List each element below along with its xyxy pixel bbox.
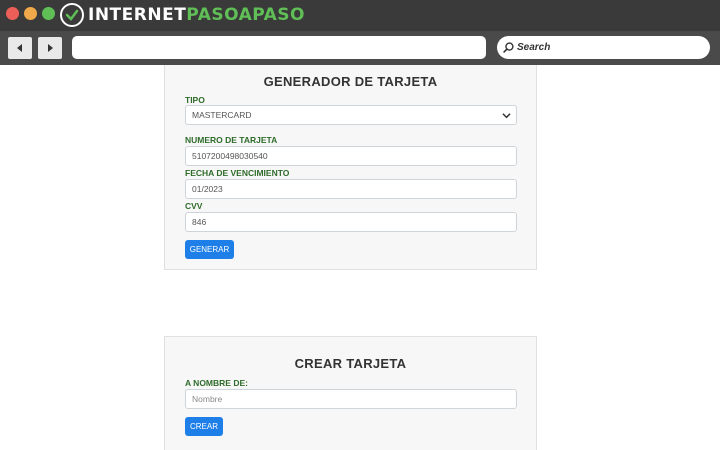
browser-search-field[interactable]: Search xyxy=(497,36,710,59)
browser-toolbar: Search xyxy=(0,31,720,65)
card-generator: GENERADOR DE TARJETA TIPO MASTERCARD NUM… xyxy=(164,65,537,270)
fecha-label: FECHA DE VENCIMIENTO xyxy=(185,168,290,178)
close-window-button[interactable] xyxy=(6,7,19,20)
chevron-down-icon xyxy=(502,113,511,119)
create-title: CREAR TARJETA xyxy=(294,356,407,371)
tipo-select-value: MASTERCARD xyxy=(192,110,252,120)
forward-button[interactable] xyxy=(38,37,62,59)
back-button[interactable] xyxy=(8,37,32,59)
search-icon xyxy=(503,42,514,53)
back-arrow-icon xyxy=(17,44,22,52)
generate-button[interactable]: GENERAR xyxy=(185,240,234,259)
logo-icon xyxy=(60,3,84,27)
browser-titlebar: INTERNET PASOAPASO xyxy=(0,0,720,31)
name-label: A NOMBRE DE: xyxy=(185,378,248,388)
cvv-label: CVV xyxy=(185,201,203,211)
forward-arrow-icon xyxy=(48,44,53,52)
numero-field[interactable]: 5107200498030540 xyxy=(185,146,517,166)
search-label: Search xyxy=(517,42,551,53)
minimize-window-button[interactable] xyxy=(24,7,37,20)
tipo-select[interactable]: MASTERCARD xyxy=(185,105,517,125)
logo-text-pasoapaso: PASOAPASO xyxy=(186,5,305,25)
logo-text-internet: INTERNET xyxy=(88,5,187,25)
numero-label: NUMERO DE TARJETA xyxy=(185,135,278,145)
card-create: CREAR TARJETA A NOMBRE DE: Nombre CREAR xyxy=(164,336,537,450)
maximize-window-button[interactable] xyxy=(42,7,55,20)
site-logo: INTERNET PASOAPASO xyxy=(60,2,305,28)
generator-title: GENERADOR DE TARJETA xyxy=(263,74,438,89)
page-content: GENERADOR DE TARJETA TIPO MASTERCARD NUM… xyxy=(0,65,720,450)
create-button[interactable]: CREAR xyxy=(185,417,223,436)
address-bar[interactable] xyxy=(72,36,486,59)
name-input[interactable]: Nombre xyxy=(185,389,517,409)
fecha-field[interactable]: 01/2023 xyxy=(185,179,517,199)
tipo-label: TIPO xyxy=(185,95,205,105)
cvv-field[interactable]: 846 xyxy=(185,212,517,232)
